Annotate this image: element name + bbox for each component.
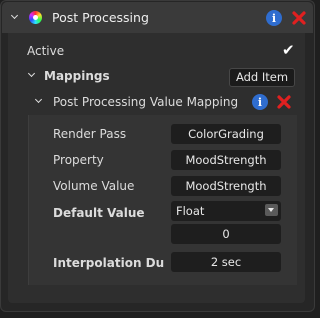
render-pass-field[interactable]: ColorGrading [171, 124, 281, 144]
info-icon[interactable]: i [266, 10, 282, 26]
render-pass-label: Render Pass [53, 127, 127, 141]
mapping-item-expand-chevron-icon[interactable] [34, 95, 43, 104]
dropdown-arrow-icon [265, 204, 278, 216]
panel-title: Post Processing [52, 10, 149, 25]
color-wheel-icon [29, 11, 42, 24]
mapping-item-title: Post Processing Value Mapping [53, 95, 239, 109]
interpolation-duration-field[interactable]: 2 sec [171, 252, 281, 272]
default-value-label: Default Value [53, 206, 145, 220]
mappings-expand-chevron-icon[interactable] [27, 69, 36, 78]
default-value-type: Float [176, 204, 205, 218]
volume-value-label: Volume Value [53, 179, 135, 193]
post-processing-panel: Post Processing i Active ✔ Mappings Add … [0, 0, 315, 312]
mapping-item-body: Render Pass ColorGrading Property MoodSt… [28, 115, 297, 285]
active-label: Active [27, 44, 65, 58]
mapping-info-icon[interactable]: i [252, 94, 268, 110]
collapse-chevron-icon[interactable] [10, 11, 19, 20]
property-field[interactable]: MoodStrength [171, 150, 281, 170]
delete-icon[interactable] [292, 11, 306, 25]
mapping-delete-icon[interactable] [277, 95, 291, 109]
add-item-button[interactable]: Add Item [229, 68, 295, 87]
panel-header[interactable]: Post Processing i [2, 2, 313, 33]
interpolation-duration-label: Interpolation Du [53, 256, 165, 270]
active-checkbox[interactable]: ✔ [282, 41, 295, 59]
default-value-type-dropdown[interactable]: Float [171, 201, 281, 221]
mappings-label: Mappings [44, 69, 110, 83]
property-label: Property [53, 153, 104, 167]
volume-value-field[interactable]: MoodStrength [171, 176, 281, 196]
default-value-input[interactable]: 0 [171, 224, 281, 244]
panel-body: Active ✔ Mappings Add Item Post Processi… [8, 33, 305, 303]
